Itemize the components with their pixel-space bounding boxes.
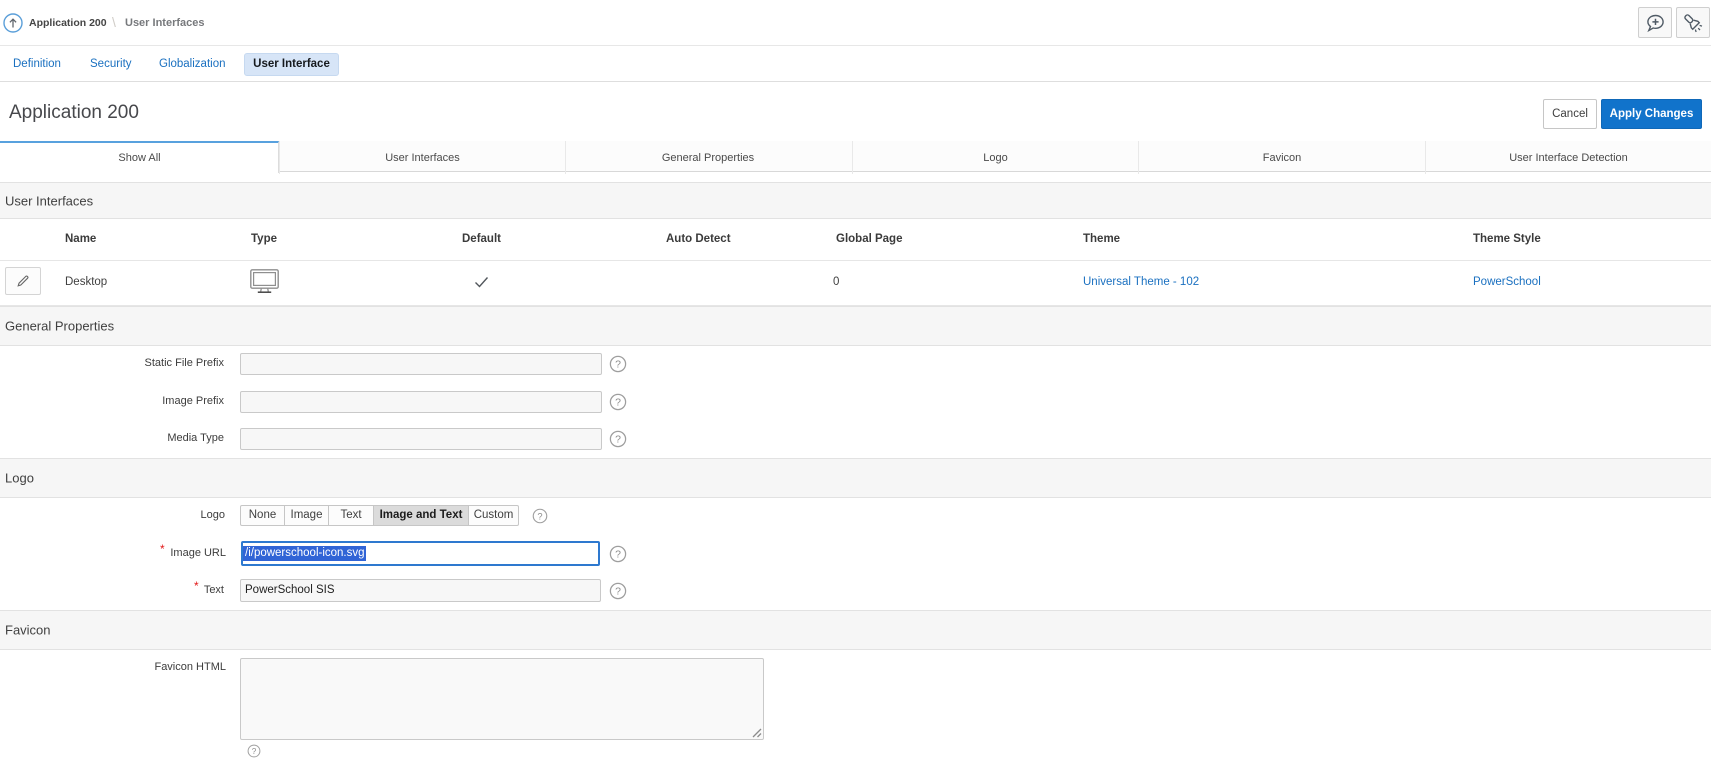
svg-text:?: ? [615,434,621,446]
svg-text:?: ? [615,397,621,409]
svg-text:?: ? [615,359,621,371]
svg-text:?: ? [537,511,542,521]
svg-text:?: ? [615,586,621,598]
svg-text:?: ? [615,549,621,561]
svg-text:?: ? [252,747,257,756]
